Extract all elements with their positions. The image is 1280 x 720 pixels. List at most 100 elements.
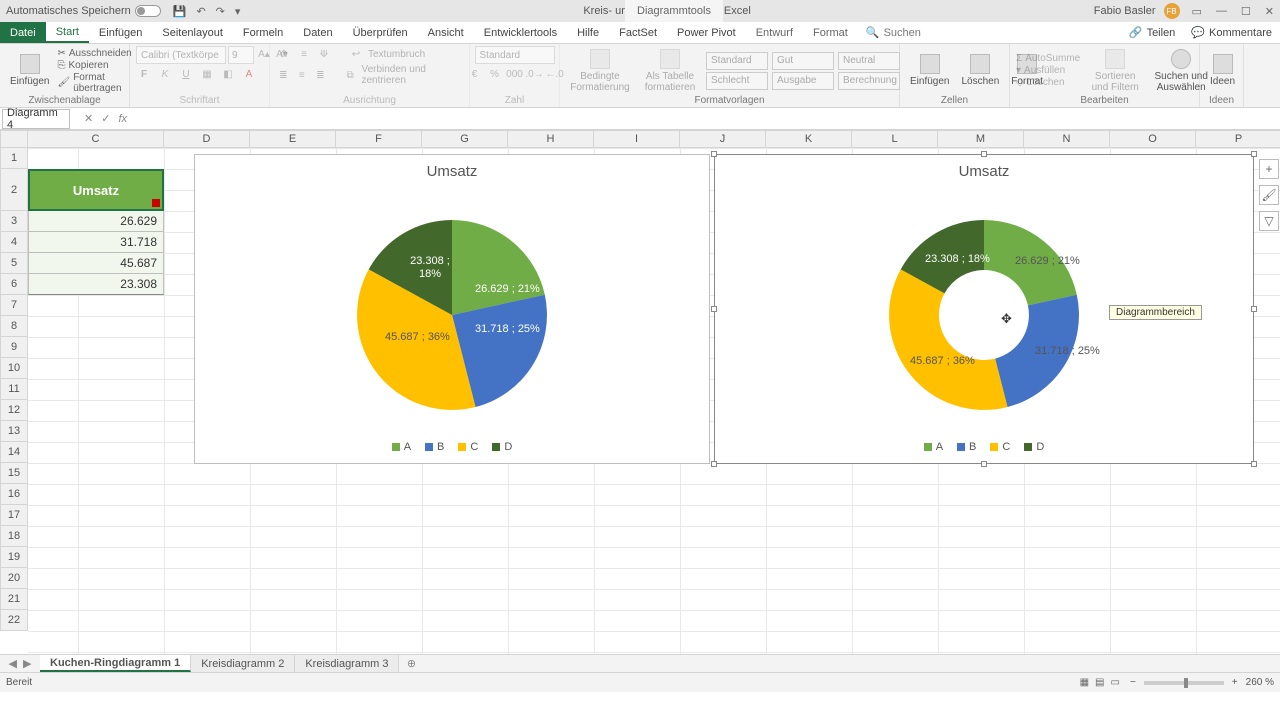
zoom-out-button[interactable]: −: [1130, 677, 1136, 688]
zoom-in-button[interactable]: +: [1232, 677, 1238, 688]
tab-factset[interactable]: FactSet: [609, 22, 667, 43]
table-cell[interactable]: 31.718: [28, 232, 164, 253]
tab-view[interactable]: Ansicht: [418, 22, 474, 43]
tab-developer[interactable]: Entwicklertools: [474, 22, 567, 43]
style-ausgabe[interactable]: Ausgabe: [772, 72, 834, 90]
percent-icon[interactable]: %: [487, 66, 503, 82]
fx-icon[interactable]: fx: [118, 113, 127, 125]
align-middle-icon[interactable]: ≡: [296, 46, 312, 62]
currency-icon[interactable]: €: [467, 66, 483, 82]
comma-icon[interactable]: 000: [507, 66, 523, 82]
row-header[interactable]: 6: [0, 274, 28, 295]
col-header[interactable]: N: [1024, 130, 1110, 148]
col-header[interactable]: J: [680, 130, 766, 148]
row-header[interactable]: 19: [0, 547, 28, 568]
row-header[interactable]: 21: [0, 589, 28, 610]
wrap-text-icon[interactable]: ↩: [348, 46, 364, 62]
share-button[interactable]: 🔗Teilen: [1121, 22, 1183, 43]
zoom-level[interactable]: 260 %: [1246, 677, 1274, 688]
pie-chart[interactable]: Umsatz 26.629 ; 21% 31.718 ; 25% 45.687 …: [194, 154, 710, 464]
font-name-combo[interactable]: Calibri (Textkörpe: [136, 46, 226, 64]
tab-review[interactable]: Überprüfen: [343, 22, 418, 43]
row-header[interactable]: 1: [0, 148, 28, 169]
row-header[interactable]: 15: [0, 463, 28, 484]
merge-icon[interactable]: ⧉: [343, 67, 358, 83]
fill-button[interactable]: ▾ Ausfüllen: [1016, 65, 1080, 76]
inc-decimal-icon[interactable]: .0→: [527, 66, 543, 82]
col-header[interactable]: C: [28, 130, 164, 148]
row-header[interactable]: 4: [0, 232, 28, 253]
doughnut-chart[interactable]: Umsatz 26.629 ; 21% 31.718 ; 25% 45.687 …: [714, 154, 1254, 464]
minimize-icon[interactable]: —: [1216, 5, 1227, 18]
row-header[interactable]: 2: [0, 169, 28, 211]
select-all-corner[interactable]: [0, 130, 28, 148]
clear-button[interactable]: ◇ Löschen: [1016, 77, 1080, 88]
sheet-tab[interactable]: Kuchen-Ringdiagramm 1: [40, 655, 191, 672]
row-header[interactable]: 13: [0, 421, 28, 442]
user-avatar[interactable]: FB: [1164, 3, 1180, 19]
tab-help[interactable]: Hilfe: [567, 22, 609, 43]
normal-view-icon[interactable]: ▦: [1080, 677, 1089, 688]
col-header[interactable]: O: [1110, 130, 1196, 148]
search-box[interactable]: 🔍Suchen: [866, 22, 921, 43]
align-right-icon[interactable]: ≣: [313, 67, 328, 83]
enter-formula-icon[interactable]: ✓: [101, 112, 110, 125]
page-break-view-icon[interactable]: ▭: [1111, 677, 1120, 688]
ideas-button[interactable]: Ideen: [1206, 52, 1239, 89]
row-header[interactable]: 20: [0, 568, 28, 589]
style-schlecht[interactable]: Schlecht: [706, 72, 768, 90]
page-layout-view-icon[interactable]: ▤: [1095, 677, 1104, 688]
dec-decimal-icon[interactable]: ←.0: [547, 66, 563, 82]
tab-design[interactable]: Entwurf: [746, 22, 803, 43]
row-header[interactable]: 10: [0, 358, 28, 379]
format-painter-button[interactable]: 🖌 Format übertragen: [57, 72, 131, 94]
tab-file[interactable]: Datei: [0, 22, 46, 43]
name-box[interactable]: Diagramm 4: [2, 109, 70, 129]
comments-button[interactable]: 💬Kommentare: [1183, 22, 1280, 43]
number-format-combo[interactable]: Standard: [475, 46, 555, 64]
font-color-icon[interactable]: A: [241, 66, 257, 82]
bold-icon[interactable]: F: [136, 66, 152, 82]
col-header[interactable]: L: [852, 130, 938, 148]
copy-button[interactable]: ⎘ Kopieren: [57, 60, 131, 71]
col-header[interactable]: E: [250, 130, 336, 148]
col-header[interactable]: M: [938, 130, 1024, 148]
sheet-nav-next-icon[interactable]: ▶: [23, 657, 31, 670]
user-name[interactable]: Fabio Basler: [1094, 5, 1156, 17]
ribbon-options-icon[interactable]: ▭: [1192, 5, 1202, 18]
col-header[interactable]: I: [594, 130, 680, 148]
delete-cells-button[interactable]: Löschen: [957, 52, 1003, 89]
style-berechnung[interactable]: Berechnung: [838, 72, 900, 90]
as-table-button[interactable]: Als Tabelle formatieren: [638, 47, 702, 95]
row-header[interactable]: 3: [0, 211, 28, 232]
row-header[interactable]: 8: [0, 316, 28, 337]
chart-styles-button[interactable]: 🖌: [1259, 185, 1279, 205]
redo-icon[interactable]: ↷: [216, 5, 225, 18]
sort-filter-button[interactable]: Sortieren und Filtern: [1084, 47, 1146, 95]
maximize-icon[interactable]: ☐: [1241, 5, 1251, 18]
col-header[interactable]: H: [508, 130, 594, 148]
tab-formulas[interactable]: Formeln: [233, 22, 293, 43]
col-header[interactable]: K: [766, 130, 852, 148]
row-header[interactable]: 18: [0, 526, 28, 547]
italic-icon[interactable]: K: [157, 66, 173, 82]
cancel-formula-icon[interactable]: ✕: [84, 112, 93, 125]
cond-format-button[interactable]: Bedingte Formatierung: [566, 47, 634, 95]
sheet-tab[interactable]: Kreisdiagramm 2: [191, 655, 295, 672]
row-header[interactable]: 7: [0, 295, 28, 316]
tab-powerpivot[interactable]: Power Pivot: [667, 22, 746, 43]
row-header[interactable]: 17: [0, 505, 28, 526]
col-header[interactable]: D: [164, 130, 250, 148]
align-bottom-icon[interactable]: ⟱: [316, 46, 332, 62]
tab-home[interactable]: Start: [46, 22, 89, 43]
sheet-nav-prev-icon[interactable]: ◀: [9, 657, 17, 670]
row-header[interactable]: 5: [0, 253, 28, 274]
tab-pagelayout[interactable]: Seitenlayout: [152, 22, 233, 43]
row-header[interactable]: 11: [0, 379, 28, 400]
insert-cells-button[interactable]: Einfügen: [906, 52, 953, 89]
col-header[interactable]: G: [422, 130, 508, 148]
new-sheet-button[interactable]: ⊕: [399, 655, 423, 672]
undo-icon[interactable]: ↶: [196, 5, 205, 18]
border-icon[interactable]: ▦: [199, 66, 215, 82]
align-center-icon[interactable]: ≡: [295, 67, 310, 83]
